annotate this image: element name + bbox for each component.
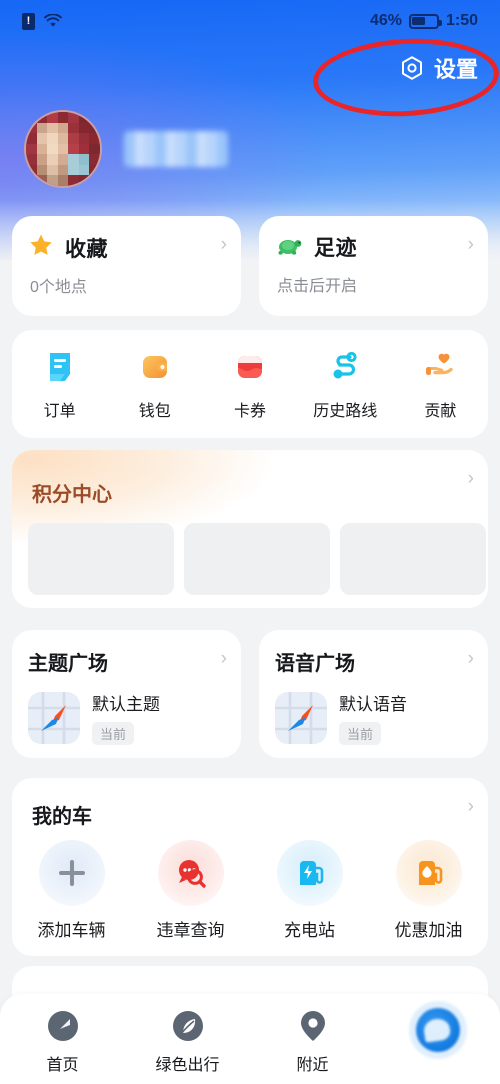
settings-button[interactable]: 设置 [399, 52, 478, 84]
quick-action-label: 历史路线 [313, 402, 378, 420]
nav-item-nearby[interactable]: 附近 [250, 1008, 375, 1075]
my-car-violation-search[interactable]: 违章查询 [131, 840, 250, 941]
quick-action-contributions[interactable]: 贡献 [393, 348, 488, 421]
leaf-icon [170, 1008, 206, 1044]
chevron-right-icon: › [220, 234, 227, 255]
my-car-charging-station[interactable]: 充电站 [250, 840, 369, 941]
nav-label: 首页 [46, 1057, 79, 1074]
profile-header[interactable] [24, 110, 228, 188]
nav-label: 附近 [296, 1057, 329, 1074]
search-chat-icon [157, 840, 224, 906]
my-car-fuel-discount[interactable]: 优惠加油 [369, 840, 488, 941]
my-car-label: 添加车辆 [37, 921, 106, 940]
chevron-right-icon[interactable]: › [468, 796, 474, 818]
profile-avatar-icon [415, 1008, 460, 1052]
favorites-card[interactable]: 收藏 0个地点 › [12, 216, 241, 316]
points-placeholder [340, 523, 486, 595]
turtle-icon [275, 233, 303, 262]
favorites-subtitle: 0个地点 [30, 279, 87, 296]
receipt-icon [41, 348, 79, 386]
points-placeholder [184, 523, 330, 595]
my-car-action-row: 添加车辆 违章查询 充电站 优惠加油 [12, 840, 488, 941]
hand-heart-icon [421, 348, 459, 386]
location-pin-icon [295, 1008, 331, 1044]
feature-card-row: 收藏 0个地点 › 足迹 点击后开启 › [12, 216, 488, 316]
footprints-subtitle: 点击后开启 [277, 278, 358, 295]
theme-market-title: 主题广场 [28, 653, 108, 675]
wifi-icon [44, 13, 62, 28]
voice-name: 默认语音 [339, 695, 407, 714]
theme-name: 默认主题 [92, 695, 160, 714]
quick-action-coupons[interactable]: 卡券 [202, 348, 297, 421]
map-compass-icon [28, 691, 80, 744]
sim-alert-icon [22, 12, 35, 30]
plus-icon [38, 840, 105, 906]
map-compass-icon [275, 691, 327, 744]
quick-action-history-routes[interactable]: 历史路线 [298, 348, 393, 421]
chevron-right-icon: › [467, 468, 474, 489]
quick-actions-card: 订单 钱包 卡券 历史路线 贡献 [12, 330, 488, 438]
points-center-card[interactable]: 积分中心 › [12, 450, 488, 608]
settings-label: 设置 [433, 57, 478, 82]
nav-item-home[interactable]: 首页 [0, 1008, 125, 1075]
favorites-title: 收藏 [65, 237, 108, 261]
voice-market-title: 语音广场 [275, 653, 355, 675]
points-placeholder-row [28, 523, 486, 595]
coupon-icon [231, 348, 269, 386]
avatar-mosaic-redacted [26, 112, 100, 186]
status-bar-left [22, 12, 62, 30]
my-car-card: 我的车 › 添加车辆 违章查询 充电站 优惠加油 [12, 778, 488, 956]
chevron-right-icon: › [467, 648, 474, 669]
battery-percent-label: 46% [369, 12, 402, 29]
quick-action-wallet[interactable]: 钱包 [107, 348, 202, 421]
voice-current-badge: 当前 [339, 722, 382, 745]
avatar[interactable] [24, 110, 102, 188]
hexagon-gear-icon [399, 55, 425, 81]
app-screen: 46% 1:50 设置 [0, 0, 500, 1084]
wallet-icon [136, 348, 174, 386]
theme-current-badge: 当前 [92, 722, 135, 745]
star-icon [28, 232, 54, 263]
username-redacted [124, 131, 228, 167]
nav-item-green-travel[interactable]: 绿色出行 [125, 1008, 250, 1075]
quick-action-orders[interactable]: 订单 [12, 348, 107, 421]
quick-action-label: 贡献 [424, 402, 457, 420]
charging-station-icon [276, 840, 343, 906]
footprints-card[interactable]: 足迹 点击后开启 › [259, 216, 488, 316]
chevron-right-icon: › [220, 648, 227, 669]
battery-icon [408, 13, 442, 29]
footprints-title: 足迹 [314, 237, 357, 260]
quick-action-label: 钱包 [138, 402, 171, 420]
points-placeholder [28, 523, 174, 595]
status-bar-right: 46% 1:50 [370, 12, 478, 30]
fuel-pump-icon [395, 840, 462, 906]
my-car-title: 我的车 [32, 806, 92, 828]
nav-item-profile[interactable] [375, 1008, 500, 1059]
voice-market-card[interactable]: 语音广场 › 默认语音 当前 [259, 630, 488, 758]
my-car-label: 充电站 [284, 921, 335, 940]
quick-action-label: 订单 [43, 402, 76, 420]
status-bar: 46% 1:50 [0, 0, 500, 42]
my-car-label: 违章查询 [156, 921, 225, 940]
bottom-navigation-bar: 首页 绿色出行 附近 [0, 994, 500, 1084]
points-center-title: 积分中心 [32, 484, 112, 506]
nav-label: 绿色出行 [155, 1057, 220, 1074]
market-card-row: 主题广场 › 默认主题 当前 语音广场 › 默认语音 当前 [12, 630, 488, 758]
route-icon [326, 348, 364, 386]
theme-market-card[interactable]: 主题广场 › 默认主题 当前 [12, 630, 241, 758]
clock-label: 1:50 [445, 12, 478, 29]
quick-action-label: 卡券 [234, 402, 267, 420]
compass-icon [45, 1008, 81, 1044]
chevron-right-icon: › [467, 234, 474, 255]
my-car-label: 优惠加油 [394, 921, 463, 940]
my-car-add-vehicle[interactable]: 添加车辆 [12, 840, 131, 941]
